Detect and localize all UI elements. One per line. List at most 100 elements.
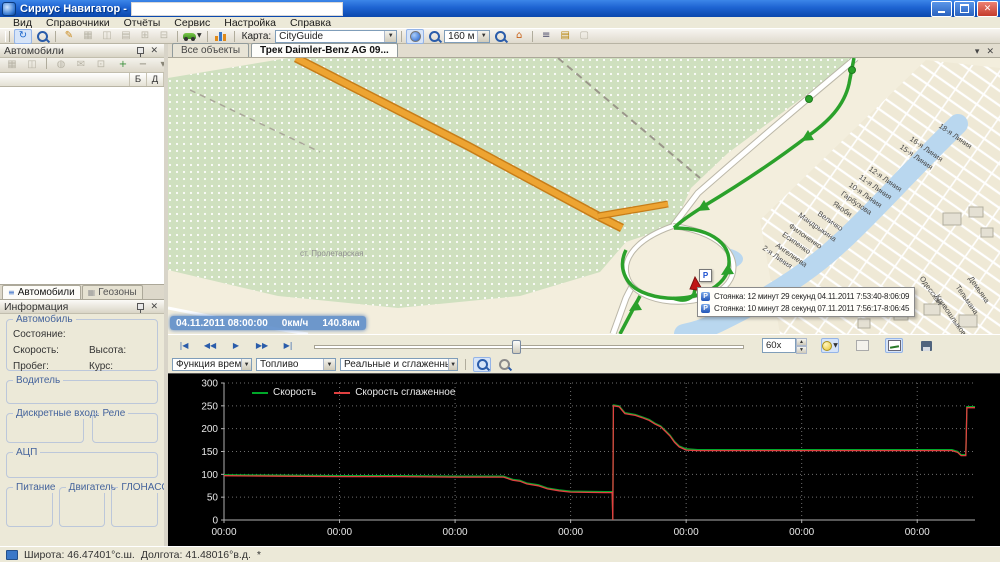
scale-select[interactable]: 160 м ▼ [444, 30, 490, 43]
blank-icon[interactable]: ▢ [575, 29, 593, 44]
close-icon[interactable]: ✕ [148, 302, 160, 312]
svg-text:00:00: 00:00 [327, 527, 352, 538]
fuel-select[interactable]: Топливо▼ [256, 358, 336, 371]
highlight-track-button[interactable]: ▼ [821, 338, 839, 353]
home-icon[interactable]: ⌂ [510, 29, 528, 44]
close-button[interactable]: ✕ [977, 1, 998, 17]
svg-text:00:00: 00:00 [558, 527, 583, 538]
toolbar-grip[interactable] [5, 31, 10, 42]
vehicle-icon[interactable]: ▼ [182, 29, 203, 44]
column-b[interactable]: Б [130, 73, 147, 86]
search-icon[interactable] [33, 29, 51, 44]
close-icon[interactable]: ✕ [148, 46, 160, 56]
vehicles-panel-header: Автомобили ✕ [0, 44, 164, 58]
slider-thumb[interactable] [512, 340, 521, 354]
parking-badge[interactable]: P [699, 269, 712, 282]
chart-zoom-in-button[interactable] [473, 357, 491, 372]
chart-zoom-out-button[interactable] [495, 357, 513, 372]
speed-chart[interactable]: 05010015020025030000:0000:0000:0000:0000… [168, 374, 1000, 546]
maximize-button[interactable] [954, 1, 975, 17]
add-vehicle-icon[interactable]: + [114, 58, 132, 73]
chevron-down-icon[interactable]: ▼ [384, 31, 396, 42]
menu-item-3[interactable]: Сервис [167, 17, 217, 29]
speed-spinner[interactable]: 60x ▲▼ [762, 338, 807, 353]
copy-icon[interactable]: ◫ [98, 29, 116, 44]
tab-close-icon[interactable]: ✕ [984, 47, 996, 57]
tab-list-icon[interactable]: ▾ [973, 47, 982, 57]
track-node[interactable] [806, 96, 813, 103]
mail-icon[interactable]: ✉ [72, 58, 90, 73]
values-mode-select[interactable]: Реальные и сглаженные значен▼ [340, 358, 458, 371]
spin-up-icon[interactable]: ▲ [796, 338, 807, 346]
state-label: Состояние: [13, 329, 66, 340]
remove-vehicle-icon[interactable]: − [134, 58, 152, 73]
pin-icon[interactable] [137, 303, 144, 310]
save-icon [921, 341, 932, 351]
remove-icon[interactable]: ⊟ [155, 29, 173, 44]
tab-vehicles[interactable]: ≡ Автомобили [2, 285, 81, 299]
chart-bars-icon [215, 31, 226, 41]
chevron-down-icon[interactable]: ▼ [477, 31, 489, 42]
status-suffix: * [257, 549, 261, 561]
zoom-out-icon[interactable] [491, 29, 509, 44]
list-icon[interactable]: ≡ [537, 29, 555, 44]
forward-button[interactable]: ▶▶ [250, 337, 274, 355]
tab-track[interactable]: Трек Daimler-Benz AG 09... [251, 43, 398, 57]
tab-geozones[interactable]: ▦ Геозоны [82, 285, 143, 299]
save-button[interactable] [917, 338, 935, 353]
zoom-in-icon[interactable] [425, 29, 443, 44]
settings-icon[interactable]: ⊡ [92, 58, 110, 73]
longitude-value: Долгота: 41.48016°в.д. [141, 549, 251, 561]
tab-all-objects[interactable]: Все объекты [172, 43, 249, 57]
menu-item-2[interactable]: Отчёты [117, 17, 168, 29]
grid-icon[interactable]: ▦ [79, 29, 97, 44]
chart-legend: Скорость Скорость сглаженное [252, 387, 455, 398]
map-view[interactable]: ст. Пролетарская 18-я Линия16-я Линия15-… [168, 58, 1000, 334]
refresh-icon[interactable]: ↻ [14, 29, 32, 44]
menu-item-5[interactable]: Справка [283, 17, 338, 29]
overlay-distance: 140.8км [322, 318, 359, 329]
show-chart-button[interactable] [885, 338, 903, 353]
stop-tooltip: P Стоянка: 12 минут 29 секунд 04.11.2011… [697, 287, 915, 317]
layers-toggle-icon[interactable] [406, 29, 424, 44]
glonass-gps-group: ГЛОНАСС/GPS [111, 487, 158, 527]
svg-text:300: 300 [201, 379, 218, 390]
window-title: Сириус Навигатор - [20, 3, 127, 15]
skip-start-button[interactable]: |◀ [172, 337, 196, 355]
height-label: Высота: [89, 345, 151, 356]
track-node[interactable] [849, 67, 856, 74]
column-d[interactable]: Д [147, 73, 164, 86]
svg-text:50: 50 [207, 493, 219, 504]
spin-down-icon[interactable]: ▼ [796, 346, 807, 354]
rows-icon[interactable]: ▤ [117, 29, 135, 44]
relay-group: Реле [92, 413, 158, 443]
menu-item-0[interactable]: Вид [6, 17, 39, 29]
globe-icon[interactable]: ◍ [52, 58, 70, 73]
svg-text:250: 250 [201, 401, 218, 412]
time-function-select[interactable]: Функция времени▼ [172, 358, 252, 371]
add-icon[interactable]: ⊞ [136, 29, 154, 44]
remove-icon: ⊟ [160, 31, 168, 41]
map-select[interactable]: CityGuide ▼ [275, 30, 397, 43]
timeline-slider[interactable] [314, 339, 744, 353]
minimize-button[interactable] [931, 1, 952, 17]
map-label: Карта: [242, 31, 272, 42]
report-button[interactable] [853, 338, 871, 353]
svg-text:00:00: 00:00 [443, 527, 468, 538]
legend-swatch-smoothed [334, 392, 350, 394]
engine-group: Двигатель [59, 487, 106, 527]
pin-icon[interactable] [137, 47, 144, 54]
notes-icon[interactable]: ▤ [556, 29, 574, 44]
play-button[interactable]: ▶ [224, 337, 248, 355]
group-icon[interactable]: ▦ [3, 58, 21, 73]
menu-item-4[interactable]: Настройка [217, 17, 283, 29]
edit-icon[interactable]: ✎ [60, 29, 78, 44]
menu-bar: ВидСправочникиОтчётыСервисНастройкаСправ… [0, 17, 1000, 29]
skip-end-button[interactable]: ▶| [276, 337, 300, 355]
menu-item-1[interactable]: Справочники [39, 17, 117, 29]
chart-bars-icon[interactable] [212, 29, 230, 44]
rewind-button[interactable]: ◀◀ [198, 337, 222, 355]
svg-text:150: 150 [201, 447, 218, 458]
print-icon[interactable]: ◫ [23, 58, 41, 73]
vehicles-list[interactable] [0, 87, 164, 285]
